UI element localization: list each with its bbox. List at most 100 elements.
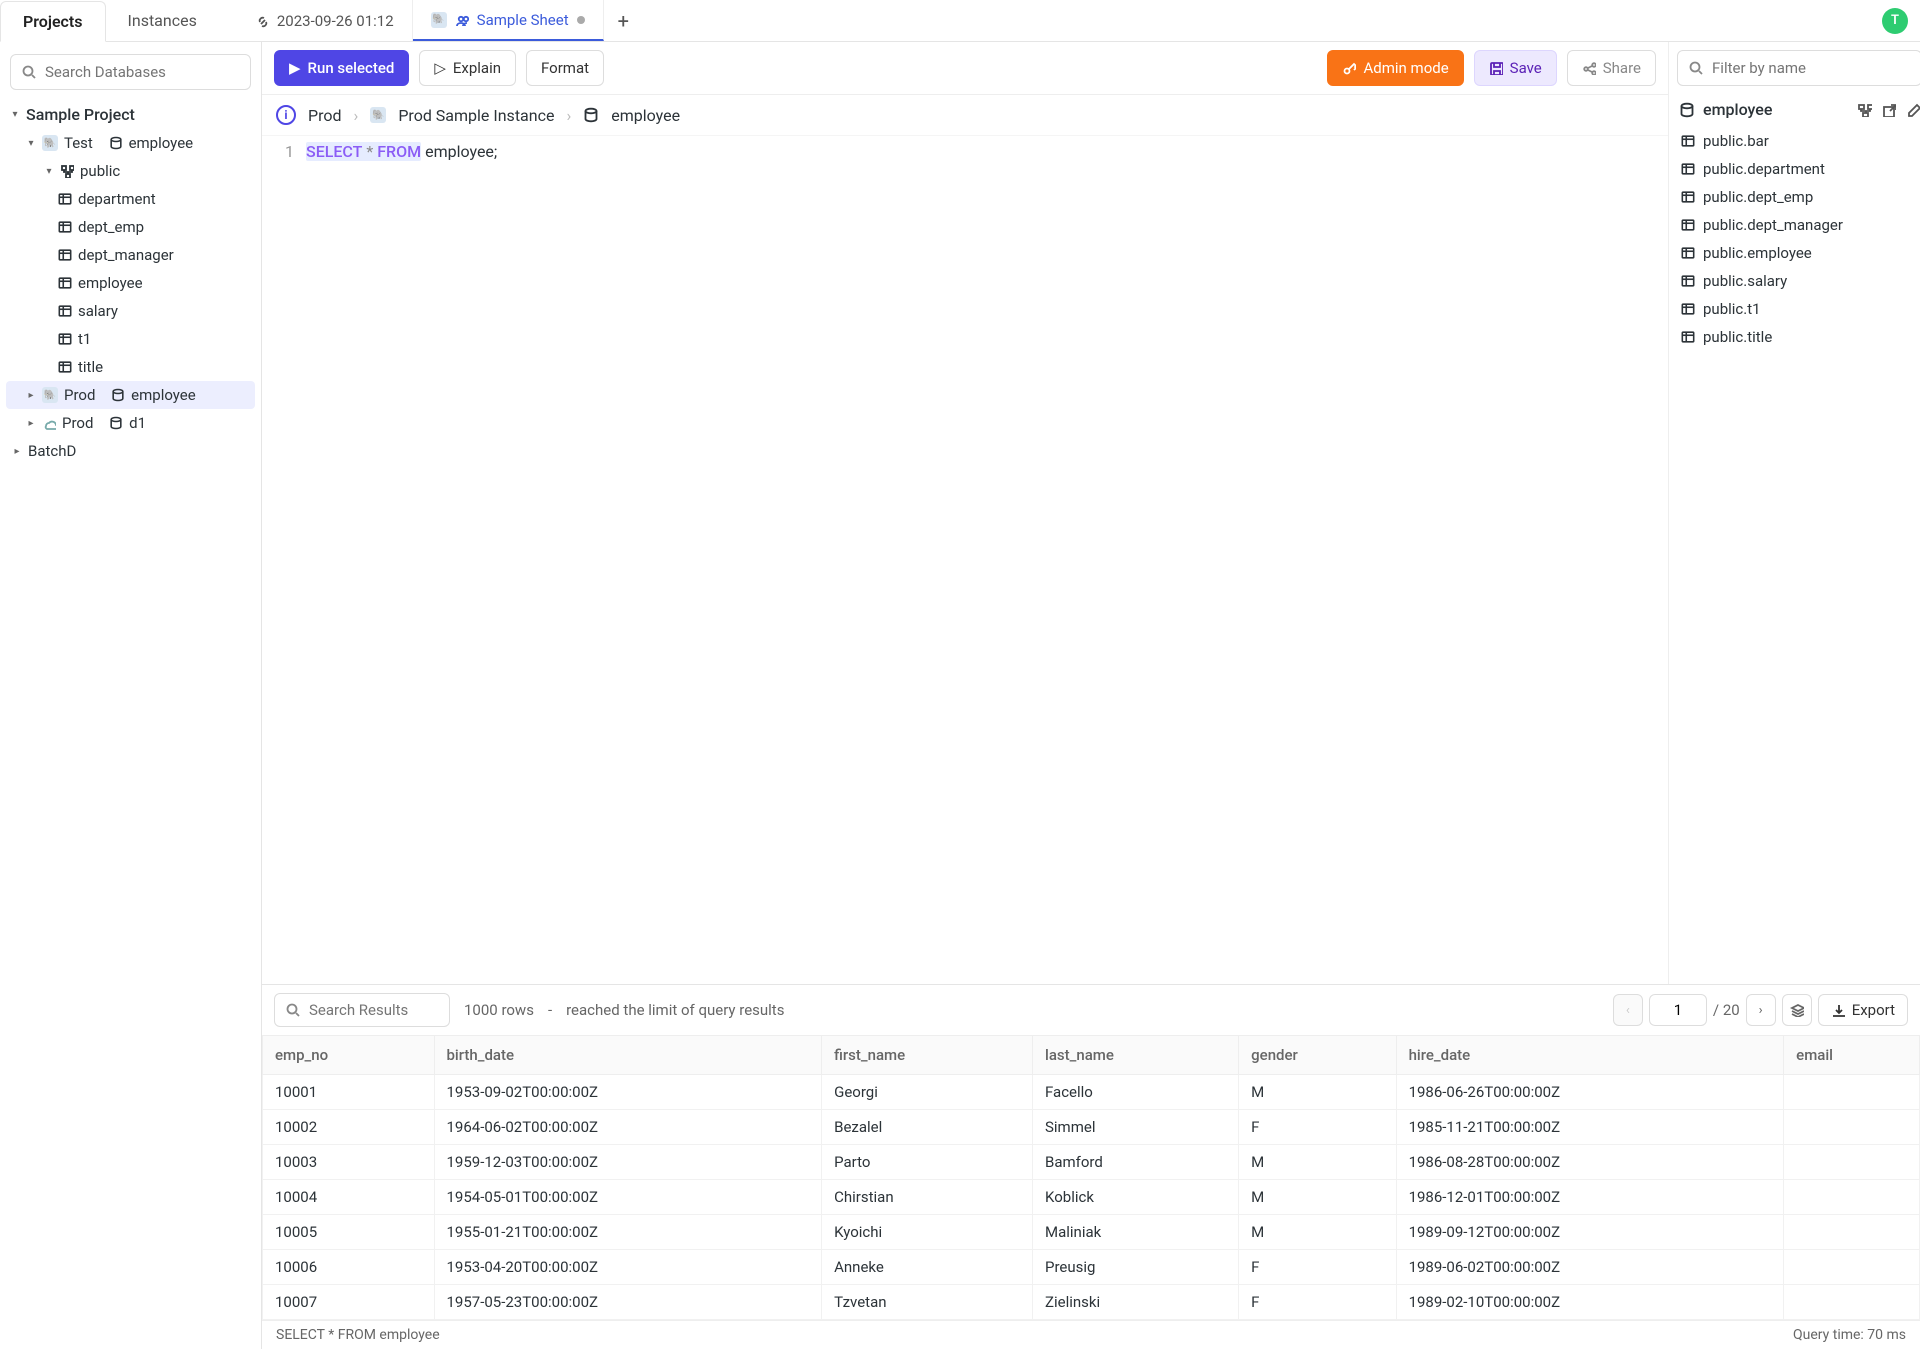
column-header[interactable]: gender [1239,1036,1396,1075]
schema-table-item[interactable]: public.t1 [1669,295,1920,323]
user-avatar[interactable]: T [1882,8,1908,34]
table-node[interactable]: salary [6,297,255,325]
file-tab-1[interactable]: 🐘 Sample Sheet [413,0,604,41]
table-cell: 1986-12-01T00:00:00Z [1396,1180,1784,1215]
schema-public-node[interactable]: ▾public [6,157,255,185]
table-cell: 10006 [263,1250,435,1285]
table-row[interactable]: 100071957-05-23T00:00:00ZTzvetanZielinsk… [263,1285,1920,1320]
cloud-db-icon [42,416,56,430]
search-databases[interactable] [10,54,251,90]
search-results-input[interactable] [309,1001,439,1019]
postgres-icon: 🐘 [431,12,447,28]
run-button[interactable]: ▶Run selected [274,50,409,86]
sql-editor[interactable]: 1 SELECT * FROM employee; [262,136,1668,984]
table-node[interactable]: employee [6,269,255,297]
column-header[interactable]: emp_no [263,1036,435,1075]
column-header[interactable]: first_name [822,1036,1033,1075]
table-cell: M [1239,1215,1396,1250]
table-cell: 1953-04-20T00:00:00Z [434,1250,822,1285]
env-prod-employee-node[interactable]: ▸🐘Prod employee [6,381,255,409]
table-cell: 1989-06-02T00:00:00Z [1396,1250,1784,1285]
page-prev-button[interactable]: ‹ [1613,994,1643,1026]
table-cell: Zielinski [1033,1285,1239,1320]
table-icon [1681,190,1695,204]
table-cell [1784,1250,1920,1285]
schema-table-item[interactable]: public.dept_manager [1669,211,1920,239]
table-cell: 1957-05-23T00:00:00Z [434,1285,822,1320]
search-databases-input[interactable] [45,63,244,81]
code-line[interactable]: SELECT * FROM employee; [306,142,497,984]
table-node[interactable]: dept_emp [6,213,255,241]
table-cell: M [1239,1075,1396,1110]
filter-tables-input[interactable] [1712,59,1911,77]
external-link-icon[interactable] [1882,103,1896,117]
save-icon [1489,61,1503,75]
project-node[interactable]: ▾Sample Project [6,100,255,129]
status-query-time: Query time: 70 ms [1793,1327,1906,1343]
table-row[interactable]: 100041954-05-01T00:00:00ZChirstianKoblic… [263,1180,1920,1215]
filter-tables[interactable] [1677,50,1920,86]
table-node[interactable]: dept_manager [6,241,255,269]
schema-table-item[interactable]: public.salary [1669,267,1920,295]
schema-table-item[interactable]: public.dept_emp [1669,183,1920,211]
table-node[interactable]: title [6,353,255,381]
breadcrumb-env[interactable]: Prod [308,106,342,125]
schema-table-item[interactable]: public.bar [1669,127,1920,155]
share-button[interactable]: Share [1567,50,1656,86]
share-icon [1582,61,1596,75]
table-node[interactable]: t1 [6,325,255,353]
format-button[interactable]: Format [526,50,604,86]
column-header[interactable]: last_name [1033,1036,1239,1075]
page-input[interactable] [1649,994,1707,1026]
database-icon [111,388,125,402]
table-node[interactable]: department [6,185,255,213]
env-test-node[interactable]: ▾🐘Test employee [6,129,255,157]
explain-button[interactable]: ▷Explain [419,50,516,86]
schema-table-item[interactable]: public.employee [1669,239,1920,267]
env-prod-d1-node[interactable]: ▸Prod d1 [6,409,255,437]
table-cell: 1985-11-21T00:00:00Z [1396,1110,1784,1145]
table-row[interactable]: 100061953-04-20T00:00:00ZAnnekePreusigF1… [263,1250,1920,1285]
column-header[interactable]: birth_date [434,1036,822,1075]
search-results[interactable] [274,993,450,1027]
breadcrumb-table[interactable]: employee [611,106,680,125]
table-cell [1784,1215,1920,1250]
table-cell [1784,1180,1920,1215]
table-row[interactable]: 100031959-12-03T00:00:00ZPartoBamfordM19… [263,1145,1920,1180]
current-db-label: employee [1703,100,1772,119]
file-tab-label: Sample Sheet [477,11,569,29]
info-icon[interactable]: i [276,105,296,125]
postgres-icon: 🐘 [42,135,58,151]
table-icon [1681,246,1695,260]
table-cell: F [1239,1285,1396,1320]
admin-mode-button[interactable]: Admin mode [1327,50,1463,86]
save-button[interactable]: Save [1474,50,1557,86]
breadcrumb-instance[interactable]: Prod Sample Instance [398,106,554,125]
projects-tab[interactable]: Projects [0,1,106,42]
file-tab-0[interactable]: 2023-09-26 01:12 [237,0,413,41]
view-mode-button[interactable] [1782,994,1812,1026]
file-tab-label: 2023-09-26 01:12 [277,12,394,30]
schema-table-item[interactable]: public.title [1669,323,1920,351]
table-icon [58,304,72,318]
page-next-button[interactable]: › [1746,994,1776,1026]
table-row[interactable]: 100051955-01-21T00:00:00ZKyoichiMaliniak… [263,1215,1920,1250]
table-cell: Kyoichi [822,1215,1033,1250]
search-icon [285,1002,301,1018]
instances-tab[interactable]: Instances [106,1,219,40]
table-row[interactable]: 100021964-06-02T00:00:00ZBezalelSimmelF1… [263,1110,1920,1145]
breadcrumb: i Prod › 🐘 Prod Sample Instance › employ… [262,95,1668,136]
batch-node[interactable]: ▸BatchD [6,437,255,465]
schema-table-item[interactable]: public.department [1669,155,1920,183]
layers-icon [1790,1003,1804,1017]
column-header[interactable]: email [1784,1036,1920,1075]
new-tab-button[interactable]: + [604,9,643,33]
diagram-icon[interactable] [1858,103,1872,117]
postgres-icon: 🐘 [370,107,386,123]
table-row[interactable]: 100011953-09-02T00:00:00ZGeorgiFacelloM1… [263,1075,1920,1110]
export-button[interactable]: Export [1818,994,1908,1026]
column-header[interactable]: hire_date [1396,1036,1784,1075]
database-icon [1679,102,1695,118]
schema-icon [60,164,74,178]
edit-icon[interactable] [1906,103,1920,117]
